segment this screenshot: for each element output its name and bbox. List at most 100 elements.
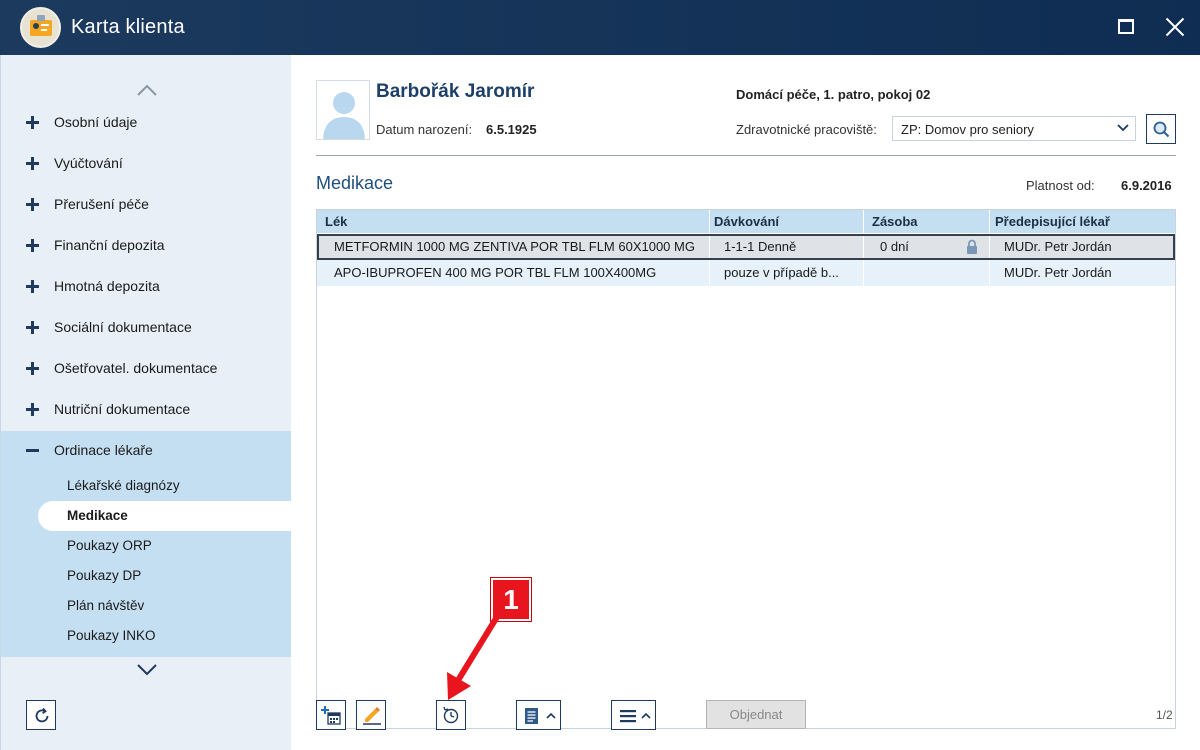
- annotation-arrow-icon: [447, 609, 503, 700]
- refresh-button[interactable]: [26, 700, 56, 730]
- search-icon: [1153, 121, 1170, 138]
- sidebar-subitem-orp-vouchers[interactable]: Poukazy ORP: [1, 531, 292, 561]
- workplace-select[interactable]: ZP: Domov pro seniory: [892, 116, 1136, 141]
- sidebar-subitem-diagnoses[interactable]: Lékařské diagnózy: [1, 471, 292, 501]
- client-photo: [316, 80, 370, 140]
- column-separator: [989, 210, 990, 233]
- sidebar-subitem-label: Medikace: [67, 508, 128, 523]
- doctor-cell: MUDr. Petr Jordán: [1004, 239, 1112, 254]
- workplace-label: Zdravotnické pracoviště:: [736, 122, 877, 137]
- sidebar-item-financial-deposits[interactable]: Finanční depozita: [1, 225, 292, 266]
- column-header-dosage[interactable]: Dávkování: [714, 214, 779, 229]
- sidebar-subitem-label: Lékařské diagnózy: [67, 478, 180, 493]
- sidebar-subitem-medication[interactable]: Medikace: [1, 501, 292, 531]
- plus-icon: [26, 280, 39, 293]
- caret-up-icon: [546, 712, 556, 719]
- add-calendar-icon: [321, 706, 341, 725]
- refresh-icon: [35, 707, 49, 723]
- sidebar-subitem-label: Poukazy ORP: [67, 538, 152, 553]
- lock-icon: [967, 239, 977, 254]
- workplace-value: ZP: Domov pro seniory: [901, 122, 1034, 137]
- cell-separator: [863, 236, 864, 258]
- table-row[interactable]: METFORMIN 1000 MG ZENTIVA POR TBL FLM 60…: [317, 234, 1175, 260]
- sidebar-item-care-interruption[interactable]: Přerušení péče: [1, 184, 292, 225]
- sidebar-item-personal-data[interactable]: Osobní údaje: [1, 102, 292, 143]
- maximize-button[interactable]: [1111, 12, 1141, 42]
- column-header-stock[interactable]: Zásoba: [872, 214, 918, 229]
- sidebar-subitem-dp-vouchers[interactable]: Poukazy DP: [1, 561, 292, 591]
- valid-from-label: Platnost od:: [1026, 178, 1095, 193]
- sidebar-subitem-label: Poukazy DP: [67, 568, 142, 583]
- sidebar-subitem-label: Plán návštěv: [67, 598, 145, 613]
- maximize-icon: [1118, 19, 1134, 34]
- sidebar-item-label: Hmotná depozita: [54, 278, 160, 294]
- sidebar-item-label: Přerušení péče: [54, 196, 149, 212]
- column-header-doctor[interactable]: Předepisující lékař: [995, 214, 1110, 229]
- sidebar-item-social-documentation[interactable]: Sociální dokumentace: [1, 307, 292, 348]
- sidebar: Osobní údaje Vyúčtování Přerušení péče F…: [0, 55, 292, 750]
- chevron-down-icon: [137, 664, 157, 676]
- column-header-drug[interactable]: Lék: [325, 214, 347, 229]
- sidebar-item-billing[interactable]: Vyúčtování: [1, 143, 292, 184]
- order-button[interactable]: Objednat: [706, 700, 806, 729]
- dosage-cell: 1-1-1 Denně: [724, 239, 797, 254]
- dob-label: Datum narození:: [376, 122, 473, 137]
- cell-separator: [989, 236, 990, 258]
- document-icon: [525, 708, 538, 724]
- sidebar-item-label: Vyúčtování: [54, 155, 123, 171]
- table-header: Lék Dávkování Zásoba Předepisující lékař: [317, 210, 1175, 233]
- user-silhouette-icon: [323, 92, 365, 139]
- doctor-cell: MUDr. Petr Jordán: [1004, 265, 1112, 280]
- sidebar-item-label: Osobní údaje: [54, 114, 138, 130]
- chevron-down-icon: [1117, 124, 1129, 132]
- sidebar-item-nursing-documentation[interactable]: Ošetřovatel. dokumentace: [1, 348, 292, 389]
- close-button[interactable]: [1160, 12, 1190, 42]
- title-bar: Karta klienta: [0, 0, 1200, 55]
- menu-icon: [620, 710, 636, 723]
- valid-from-value: 6.9.2016: [1121, 178, 1172, 193]
- edit-medication-button[interactable]: [356, 700, 386, 730]
- plus-icon: [26, 157, 39, 170]
- sidebar-item-label: Nutriční dokumentace: [54, 401, 191, 417]
- sidebar-item-label: Sociální dokumentace: [54, 319, 192, 335]
- more-menu-button[interactable]: [611, 700, 656, 730]
- header-divider: [316, 155, 1176, 156]
- plus-icon: [26, 198, 39, 211]
- sidebar-subitem-visit-plan[interactable]: Plán návštěv: [1, 591, 292, 621]
- sidebar-item-doctor-office[interactable]: Ordinace lékaře: [1, 430, 292, 471]
- sidebar-subitem-label: Poukazy INKO: [67, 628, 156, 643]
- add-medication-button[interactable]: [316, 700, 346, 730]
- caret-up-icon: [641, 712, 651, 719]
- stock-cell: 0 dní: [880, 239, 909, 254]
- chevron-up-icon: [137, 84, 157, 96]
- scroll-down-button[interactable]: [137, 664, 157, 676]
- plus-icon: [26, 362, 39, 375]
- document-menu-button[interactable]: [516, 700, 561, 730]
- sidebar-item-nutrition-documentation[interactable]: Nutriční dokumentace: [1, 389, 292, 430]
- sidebar-item-label: Finanční depozita: [54, 237, 165, 253]
- dosage-cell: pouze v případě b...: [724, 265, 839, 280]
- client-name: Barbořák Jaromír: [376, 81, 535, 102]
- client-card-icon: [20, 7, 61, 48]
- cell-separator: [989, 260, 990, 286]
- minus-icon: [26, 444, 39, 457]
- page-indicator: 1/2: [1156, 708, 1173, 722]
- plus-icon: [26, 116, 39, 129]
- sidebar-item-label: Ošetřovatel. dokumentace: [54, 360, 218, 376]
- sidebar-item-material-deposits[interactable]: Hmotná depozita: [1, 266, 292, 307]
- dob-value: 6.5.1925: [486, 122, 537, 137]
- scroll-up-button[interactable]: [137, 84, 157, 96]
- column-separator: [863, 210, 864, 233]
- column-separator: [709, 210, 710, 233]
- cell-separator: [863, 260, 864, 286]
- table-row[interactable]: APO-IBUPROFEN 400 MG POR TBL FLM 100X400…: [317, 260, 1175, 286]
- search-button[interactable]: [1146, 114, 1176, 144]
- main-panel: Barbořák Jaromír Datum narození: 6.5.192…: [291, 55, 1200, 750]
- section-title: Medikace: [316, 173, 394, 193]
- sidebar-subitem-inko-vouchers[interactable]: Poukazy INKO: [1, 621, 292, 651]
- drug-cell: METFORMIN 1000 MG ZENTIVA POR TBL FLM 60…: [334, 239, 695, 254]
- plus-icon: [26, 239, 39, 252]
- plus-icon: [26, 321, 39, 334]
- cell-separator: [709, 236, 710, 258]
- window-title: Karta klienta: [71, 16, 185, 38]
